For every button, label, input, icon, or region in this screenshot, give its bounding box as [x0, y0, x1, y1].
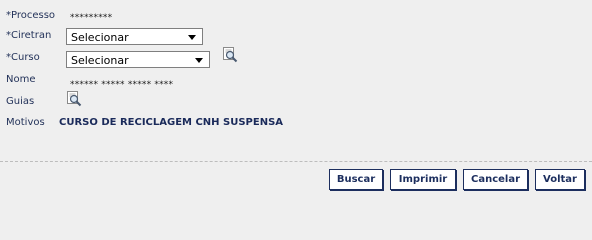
- motivos-value: CURSO DE RECICLAGEM CNH SUSPENSA: [59, 117, 284, 128]
- processo-value: *********: [70, 13, 113, 23]
- processo-label: *Processo: [6, 10, 56, 21]
- buscar-button[interactable]: Buscar: [329, 169, 383, 190]
- nome-label: Nome: [6, 74, 36, 85]
- ciretran-select[interactable]: Selecionar: [66, 28, 203, 45]
- motivos-label: Motivos: [6, 117, 45, 128]
- imprimir-button[interactable]: Imprimir: [390, 169, 456, 190]
- curso-select[interactable]: Selecionar: [66, 51, 210, 68]
- ciretran-label: *Ciretran: [6, 30, 52, 41]
- guias-label: Guias: [6, 96, 35, 107]
- curso-label: *Curso: [6, 52, 40, 63]
- ciretran-selected: Selecionar: [71, 31, 129, 44]
- curso-selected: Selecionar: [71, 54, 129, 67]
- chevron-down-icon: [195, 58, 203, 63]
- search-curso-icon[interactable]: [222, 47, 238, 63]
- divider: [0, 161, 592, 162]
- cancelar-button[interactable]: Cancelar: [463, 169, 528, 190]
- nome-value: ****** ***** ***** ****: [70, 80, 174, 90]
- chevron-down-icon: [188, 35, 196, 40]
- voltar-button[interactable]: Voltar: [535, 169, 585, 190]
- search-guias-icon[interactable]: [66, 91, 82, 107]
